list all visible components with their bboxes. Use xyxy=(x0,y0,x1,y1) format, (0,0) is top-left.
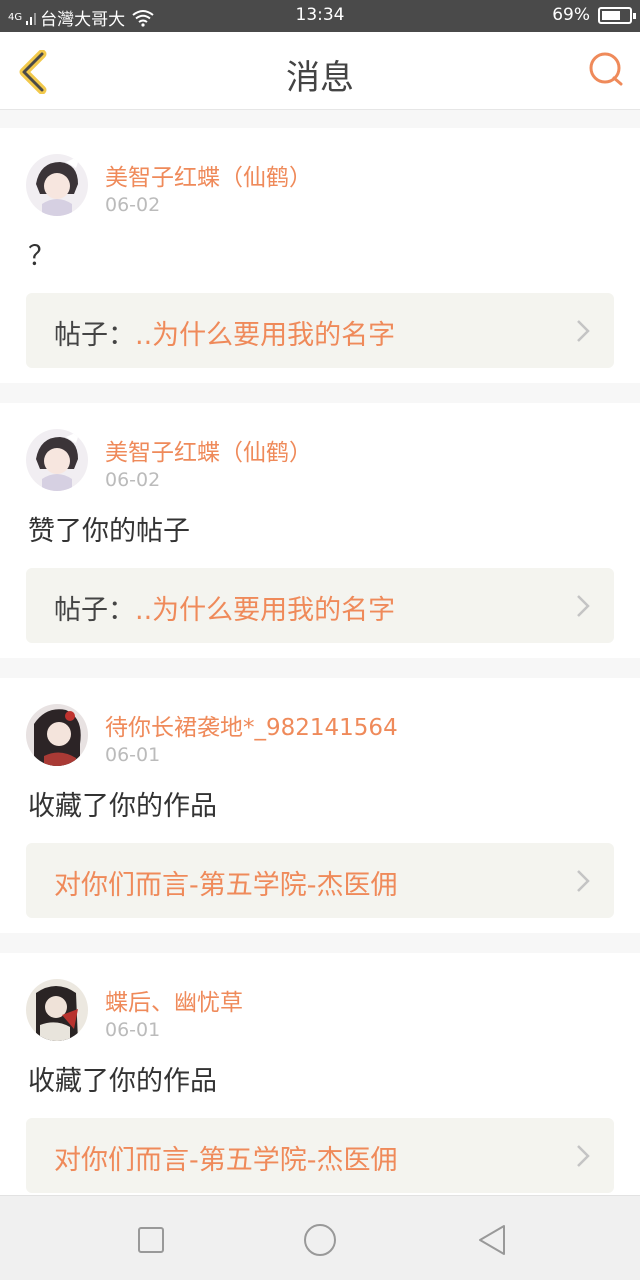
message-content: ？ xyxy=(28,241,55,272)
message-card[interactable]: 蝶后、幽忧草 06-01 收藏了你的作品 对你们而言-第五学院-杰医佣 xyxy=(0,953,640,1208)
work-link[interactable]: 对你们而言-第五学院-杰医佣 xyxy=(26,1118,614,1193)
username[interactable]: 美智子红蝶（仙鹤） xyxy=(105,433,312,467)
message-content: 收藏了你的作品 xyxy=(28,791,217,822)
system-nav-bar xyxy=(0,1195,640,1280)
square-icon xyxy=(138,1227,164,1253)
message-date: 06-01 xyxy=(105,1019,161,1041)
status-bar: 4G 台灣大哥大 13:34 69% xyxy=(0,0,640,32)
post-link-text: 帖子：..为什么要用我的名字 xyxy=(54,588,395,627)
post-link-title: ..为什么要用我的名字 xyxy=(135,320,396,351)
avatar-image xyxy=(26,429,88,491)
chat-button[interactable] xyxy=(586,50,626,90)
message-card[interactable]: 待你长裙袭地*_982141564 06-01 收藏了你的作品 对你们而言-第五… xyxy=(0,678,640,933)
message-content: 赞了你的帖子 xyxy=(28,516,190,547)
chevron-right-icon xyxy=(577,595,590,617)
username[interactable]: 待你长裙袭地*_982141564 xyxy=(105,708,398,742)
avatar-image xyxy=(26,154,88,216)
message-date: 06-02 xyxy=(105,194,161,216)
post-link[interactable]: 帖子：..为什么要用我的名字 xyxy=(26,568,614,643)
status-right: 69% xyxy=(552,5,636,25)
work-link[interactable]: 对你们而言-第五学院-杰医佣 xyxy=(26,843,614,918)
avatar[interactable] xyxy=(26,704,88,766)
avatar[interactable] xyxy=(26,429,88,491)
triangle-back-icon xyxy=(479,1225,505,1255)
work-link-text: 对你们而言-第五学院-杰医佣 xyxy=(54,1138,398,1177)
recent-apps-button[interactable] xyxy=(131,1220,171,1260)
message-card[interactable]: 美智子红蝶（仙鹤） 06-02 ？ 帖子：..为什么要用我的名字 xyxy=(0,128,640,383)
username[interactable]: 美智子红蝶（仙鹤） xyxy=(105,158,312,192)
top-bar: 消息 xyxy=(0,32,640,110)
avatar[interactable] xyxy=(26,979,88,1041)
post-link[interactable]: 帖子：..为什么要用我的名字 xyxy=(26,293,614,368)
avatar[interactable] xyxy=(26,154,88,216)
message-date: 06-01 xyxy=(105,744,161,766)
chevron-right-icon xyxy=(577,870,590,892)
post-link-prefix: 帖子： xyxy=(54,320,135,351)
username[interactable]: 蝶后、幽忧草 xyxy=(105,983,243,1017)
work-link-title: 对你们而言-第五学院-杰医佣 xyxy=(54,870,398,901)
post-link-prefix: 帖子： xyxy=(54,595,135,626)
work-link-text: 对你们而言-第五学院-杰医佣 xyxy=(54,863,398,902)
work-link-title: 对你们而言-第五学院-杰医佣 xyxy=(54,1145,398,1176)
chevron-right-icon xyxy=(577,1145,590,1167)
page-title: 消息 xyxy=(286,58,354,98)
message-date: 06-02 xyxy=(105,469,161,491)
message-card[interactable]: 美智子红蝶（仙鹤） 06-02 赞了你的帖子 帖子：..为什么要用我的名字 xyxy=(0,403,640,658)
clock: 13:34 xyxy=(295,5,345,25)
avatar-image xyxy=(26,704,88,766)
post-link-title: ..为什么要用我的名字 xyxy=(135,595,396,626)
battery-percent: 69% xyxy=(552,5,590,25)
avatar-image xyxy=(26,979,88,1041)
battery-level xyxy=(602,10,620,20)
home-button[interactable] xyxy=(300,1220,340,1260)
chevron-right-icon xyxy=(577,320,590,342)
battery-icon xyxy=(598,6,636,24)
circle-icon xyxy=(304,1224,336,1256)
chat-bubble-icon xyxy=(589,52,623,86)
post-link-text: 帖子：..为什么要用我的名字 xyxy=(54,313,395,352)
message-content: 收藏了你的作品 xyxy=(28,1066,217,1097)
system-back-button[interactable] xyxy=(472,1220,512,1260)
